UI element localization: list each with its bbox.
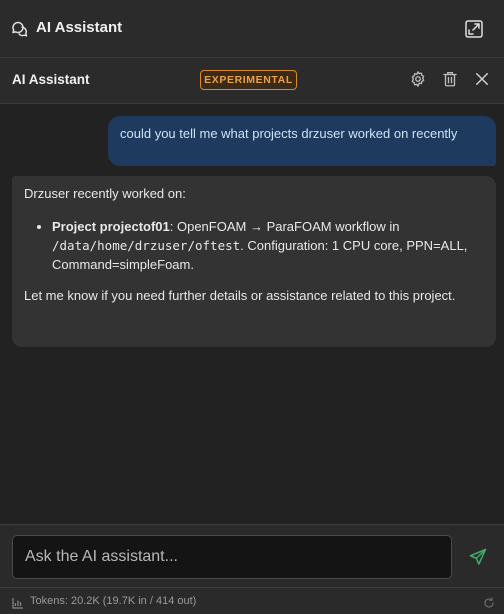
project-path: /data/home/drzuser/oftest xyxy=(52,238,241,253)
chat-bubbles-icon xyxy=(11,20,29,38)
experimental-badge: EXPERIMENTAL xyxy=(200,70,297,90)
assistant-intro: Drzuser recently worked on: xyxy=(24,186,186,201)
user-message-text: could you tell me what projects drzuser … xyxy=(120,126,458,141)
project-desc-1: : OpenFOAM → ParaFOAM workflow in xyxy=(169,219,400,234)
settings-button[interactable] xyxy=(409,70,427,88)
assistant-list: Project projectof01: OpenFOAM → ParaFOAM… xyxy=(52,217,484,274)
close-icon xyxy=(476,73,488,85)
chat-input[interactable] xyxy=(12,535,452,579)
send-button[interactable] xyxy=(468,547,488,567)
composer-area: Tokens: 20.2K (19.7K in / 414 out) xyxy=(0,524,504,614)
send-icon xyxy=(469,548,487,565)
panel-title: AI Assistant xyxy=(12,72,90,87)
pop-out-button[interactable] xyxy=(463,18,485,40)
token-count: Tokens: 20.2K (19.7K in / 414 out) xyxy=(30,595,197,607)
window-titlebar: AI Assistant xyxy=(0,0,504,58)
panel-header: AI Assistant EXPERIMENTAL xyxy=(0,58,504,104)
clear-chat-button[interactable] xyxy=(441,70,459,88)
reset-icon[interactable] xyxy=(483,596,495,608)
close-button[interactable] xyxy=(473,70,491,88)
project-name: Project projectof01 xyxy=(52,219,170,234)
pop-out-icon xyxy=(465,20,483,38)
window-title: AI Assistant xyxy=(36,19,123,36)
trash-icon xyxy=(443,71,457,87)
gear-icon xyxy=(411,71,425,87)
status-bar: Tokens: 20.2K (19.7K in / 414 out) xyxy=(0,587,504,614)
bar-chart-icon xyxy=(12,596,24,609)
user-message: could you tell me what projects drzuser … xyxy=(108,116,496,166)
list-item: Project projectof01: OpenFOAM → ParaFOAM… xyxy=(52,217,484,274)
chat-history[interactable]: could you tell me what projects drzuser … xyxy=(0,104,504,524)
assistant-message: Drzuser recently worked on: Project proj… xyxy=(12,176,496,347)
assistant-closing: Let me know if you need further details … xyxy=(24,288,456,303)
